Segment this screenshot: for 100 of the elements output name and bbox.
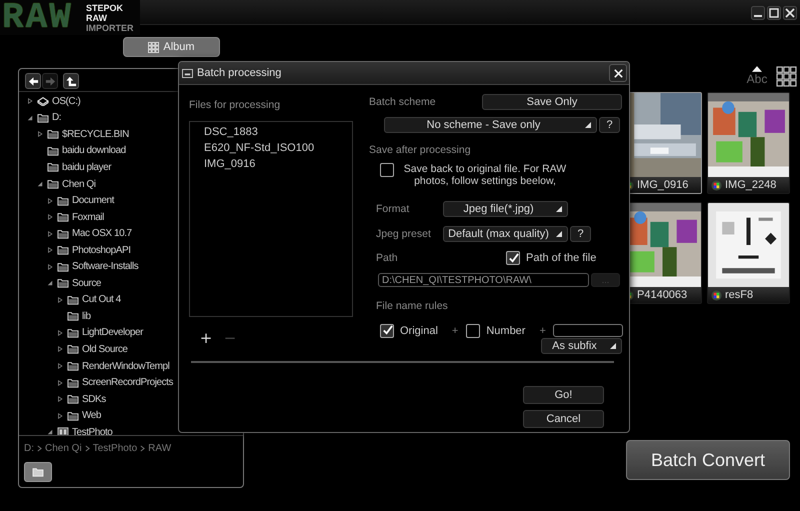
folder-icon (67, 361, 79, 372)
tree-item[interactable]: PhotoshopAPI (72, 244, 131, 256)
color-badge-icon (711, 180, 722, 190)
tree-item[interactable]: SDKs (82, 394, 106, 405)
folder-button[interactable] (24, 462, 52, 482)
expand-arrow-icon[interactable] (47, 247, 53, 254)
tree-item[interactable]: $RECYCLE.BIN (62, 128, 129, 140)
expand-arrow-icon[interactable] (47, 264, 53, 270)
drive-icon (37, 96, 49, 106)
tree-item[interactable]: baidu player (62, 162, 112, 173)
add-button[interactable]: + (199, 329, 213, 347)
breadcrumb-item[interactable]: RAW (148, 442, 172, 454)
folder-icon (67, 344, 79, 354)
position-dropdown[interactable]: As subfix (541, 338, 622, 354)
maximize-icon[interactable] (767, 6, 781, 20)
expand-arrow-icon[interactable] (37, 131, 43, 138)
tree-item[interactable]: OS(C:) (52, 96, 80, 107)
tree-item[interactable]: Source (72, 278, 101, 289)
sort-button[interactable]: Abc (746, 66, 768, 86)
cancel-button[interactable]: Cancel (523, 410, 604, 428)
name-rules-label: File name rules (375, 300, 449, 312)
checkbox[interactable] (380, 163, 394, 177)
path-label: Path (376, 252, 399, 264)
go-button[interactable]: Go! (523, 386, 604, 404)
tree-item[interactable]: Chen Qi (62, 178, 96, 190)
logo-text: RAW (86, 12, 108, 22)
file-item[interactable]: E620_NF-Std_ISO100 (204, 142, 352, 158)
folder-icon (57, 212, 69, 222)
thumbnail[interactable]: IMG_2248 (707, 92, 790, 194)
file-item[interactable]: DSC_1883 (204, 126, 352, 142)
album-button[interactable]: Album (123, 37, 220, 57)
expand-arrow-icon[interactable] (57, 330, 63, 336)
color-badge-icon (711, 290, 722, 300)
checkbox[interactable] (466, 324, 480, 338)
tree-item[interactable]: Old Source (82, 344, 128, 355)
close-icon[interactable] (783, 6, 797, 20)
collapse-arrow-icon[interactable] (37, 181, 43, 187)
breadcrumb-item[interactable]: Chen Qi (45, 442, 82, 454)
folder-icon (57, 278, 69, 288)
expand-arrow-icon[interactable] (57, 296, 63, 303)
grid-icon (148, 42, 160, 52)
close-button[interactable] (609, 64, 627, 82)
tree-item[interactable]: Document (72, 195, 114, 206)
help-button[interactable]: ? (570, 226, 591, 242)
expand-arrow-icon[interactable] (57, 412, 63, 419)
expand-arrow-icon[interactable] (57, 396, 63, 402)
file-item[interactable]: IMG_0916 (204, 158, 352, 174)
plus-sign: + (452, 324, 458, 336)
minimize-icon[interactable] (751, 6, 765, 20)
dialog-title: Batch processing (197, 67, 282, 79)
tree-item[interactable]: Web (82, 410, 102, 422)
checkbox[interactable] (380, 324, 394, 338)
checkbox-label: Original (400, 324, 438, 336)
back-button[interactable] (25, 73, 41, 89)
preset-dropdown[interactable]: Default (max quality) (443, 226, 568, 242)
collapse-arrow-icon[interactable] (27, 114, 33, 121)
thumbnail-name: IMG_2248 (725, 179, 776, 191)
expand-arrow-icon[interactable] (47, 214, 53, 220)
expand-arrow-icon[interactable] (47, 230, 53, 237)
breadcrumb-item[interactable]: D: (24, 442, 34, 454)
expand-arrow-icon[interactable] (27, 98, 33, 104)
grid-view-icon[interactable] (776, 66, 797, 86)
help-button[interactable]: ? (599, 117, 620, 133)
collapse-arrow-icon[interactable] (47, 280, 53, 286)
logo-text: IMPORTER (86, 22, 134, 32)
tree-item[interactable]: Foxmail (72, 212, 104, 223)
up-arrow-icon (66, 76, 76, 86)
expand-arrow-icon[interactable] (47, 198, 53, 204)
suffix-field[interactable] (552, 324, 623, 337)
files-label: Files for processing (189, 99, 282, 111)
expand-arrow-icon[interactable] (57, 380, 63, 386)
up-button[interactable] (63, 73, 79, 89)
collapse-arrow-icon[interactable] (47, 429, 53, 435)
format-dropdown[interactable]: Jpeg file(*.jpg) (443, 201, 568, 217)
tree-item[interactable]: lib (82, 310, 91, 322)
tree-item[interactable]: Software-Installs (72, 261, 138, 272)
tree-item[interactable]: RenderWindowTempl (82, 360, 170, 372)
tree-item[interactable]: Cut Out 4 (82, 294, 121, 306)
expand-arrow-icon[interactable] (57, 363, 63, 370)
tree-item[interactable]: Mac OSX 10.7 (72, 228, 132, 240)
save-only-button[interactable]: Save Only (482, 94, 622, 110)
batch-convert-button[interactable]: Batch Convert (626, 440, 790, 480)
preset-label: Jpeg preset (376, 228, 432, 240)
folder-icon (47, 129, 59, 140)
tree-item[interactable]: ScreenRecordProjects (82, 377, 174, 388)
thumbnail[interactable]: resF8 (707, 202, 790, 304)
folder-icon (67, 294, 79, 305)
folder-icon (67, 328, 79, 338)
tree-item[interactable]: LightDeveloper (82, 327, 143, 338)
thumbnail-name: resF8 (725, 289, 754, 301)
dropdown-icon (556, 206, 562, 212)
tree-item[interactable]: baidu download (62, 145, 126, 156)
expand-arrow-icon[interactable] (57, 346, 63, 352)
tree-item[interactable]: D: (52, 112, 62, 124)
breadcrumb-item[interactable]: TestPhoto (92, 442, 138, 454)
tree-item[interactable]: TestPhoto (72, 426, 112, 435)
folder-icon (32, 467, 44, 477)
scheme-dropdown[interactable]: No scheme - Save only (384, 117, 597, 133)
chevron-icon (37, 444, 42, 452)
triangle-up-icon (752, 66, 762, 72)
